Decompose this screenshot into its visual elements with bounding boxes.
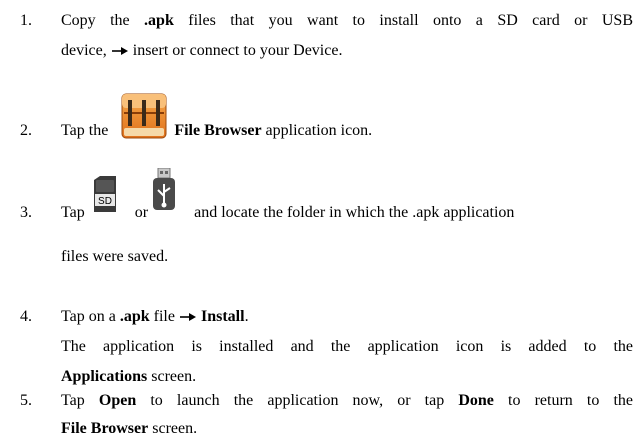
arrow-right-icon <box>111 47 128 56</box>
text: or <box>134 204 149 221</box>
step-number: 3. <box>20 204 32 221</box>
text: to return to the <box>493 392 634 409</box>
step-text: Tap Open to launch the application now, … <box>61 386 633 416</box>
text: Tap <box>61 204 85 221</box>
sd-card-label: SD <box>98 196 112 207</box>
arrow-right-icon <box>179 313 196 322</box>
text: screen. <box>147 368 197 385</box>
apk-term: .apk <box>144 12 174 29</box>
step-number: 1. <box>20 12 32 29</box>
step-note-line1: The application is installed and the app… <box>61 338 633 355</box>
step-number: 2. <box>20 122 32 139</box>
sd-card-icon: SD <box>94 176 116 212</box>
text: device, <box>61 42 107 59</box>
step-text-line2: File Browser screen. <box>61 414 633 444</box>
step-text-line2: files were saved. <box>61 248 169 265</box>
open-term: Open <box>98 392 137 409</box>
text: to launch the application now, or tap <box>136 392 459 409</box>
step-text-line2: device, insert or connect to your Device. <box>61 36 633 66</box>
step-text: Tap on a .apk file Install. <box>61 302 633 332</box>
file-browser-term: File Browser <box>174 122 262 139</box>
text: . <box>244 308 249 325</box>
install-term: Install <box>200 308 245 325</box>
file-browser-app-icon <box>121 93 167 139</box>
text: Tap on a <box>61 308 120 325</box>
text: insert or connect to your Device. <box>132 42 343 59</box>
file-browser-term: File Browser <box>61 420 149 437</box>
text: Tap <box>61 392 99 409</box>
text: screen. <box>148 420 198 437</box>
done-term: Done <box>458 392 494 409</box>
text: and locate the folder in which the .apk … <box>194 204 515 221</box>
step-text: Copy the .apk files that you want to ins… <box>61 6 633 36</box>
apk-term: .apk <box>119 308 150 325</box>
applications-term: Applications <box>61 368 148 385</box>
step-text: Tap or and locate the folder in which the … <box>61 198 633 228</box>
text: Copy the <box>61 12 145 29</box>
text: Tap the <box>61 122 109 139</box>
text: application icon. <box>261 122 373 139</box>
text: file <box>149 308 175 325</box>
text: files that you want to install onto a SD… <box>173 12 633 29</box>
usb-device-icon <box>153 168 175 210</box>
step-number: 5. <box>20 392 32 409</box>
step-number: 4. <box>20 308 32 325</box>
